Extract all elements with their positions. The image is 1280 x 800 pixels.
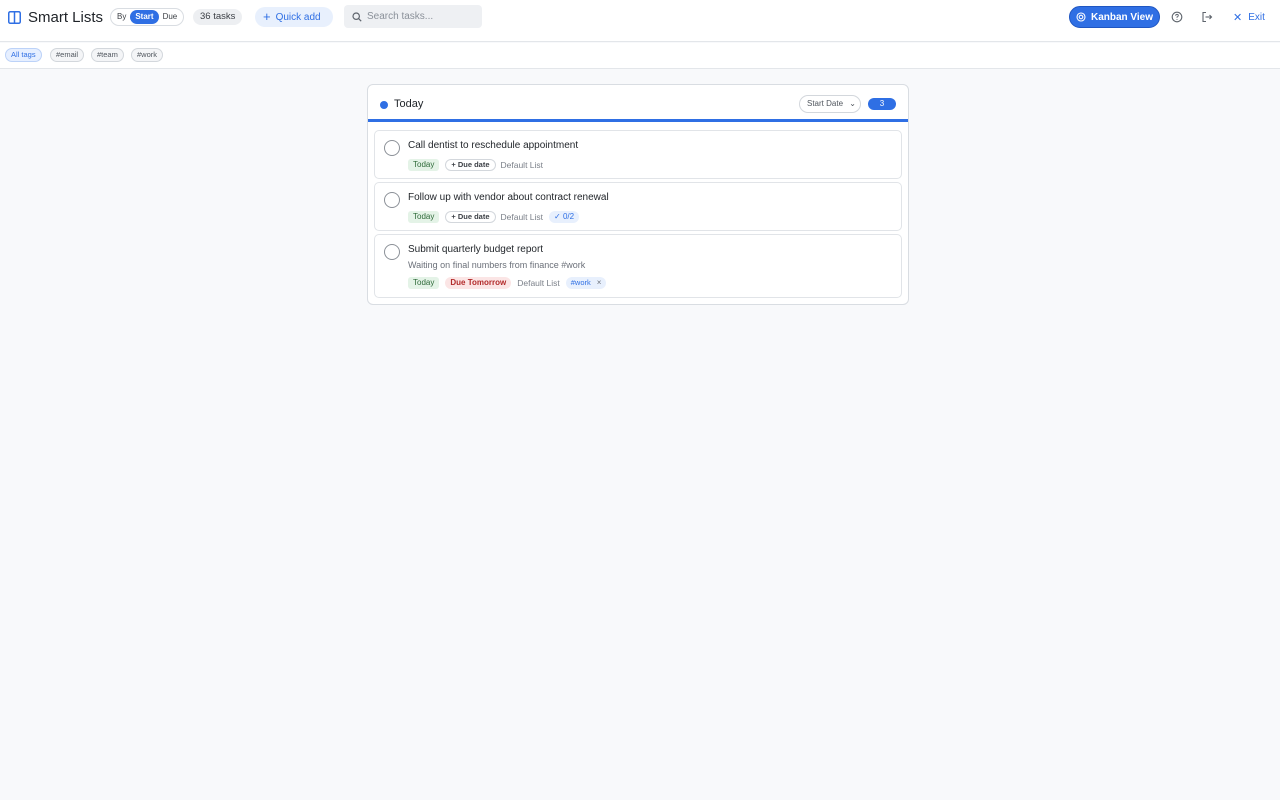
tag-filter-all[interactable]: All tags [5, 48, 42, 62]
task-tag-label: #work [570, 278, 591, 287]
view-mode-start[interactable]: Start [130, 10, 159, 24]
plus-icon: + [263, 9, 271, 24]
sort-select-value: Start Date [807, 99, 844, 108]
quick-add-button[interactable]: + Quick add [255, 7, 333, 27]
start-date-badge[interactable]: Today [408, 159, 440, 171]
column-header: Today Start Date ⌄ 3 [368, 85, 908, 122]
task-count-badge: 36 tasks [193, 9, 243, 25]
task-tag[interactable]: #work × [565, 277, 607, 289]
task-meta: Today + Due date Default List [408, 159, 549, 171]
close-icon: ✕ [1233, 12, 1243, 24]
list-name[interactable]: Default List [501, 212, 544, 222]
chevron-down-icon: ⌄ [849, 99, 856, 108]
task-title[interactable]: Follow up with vendor about contract ren… [408, 192, 609, 203]
task-checkbox[interactable] [384, 244, 400, 260]
columns-icon[interactable] [8, 11, 21, 24]
exit-button[interactable]: ✕ Exit [1233, 11, 1265, 24]
tag-filter-work[interactable]: #work [131, 48, 164, 62]
tag-filter-bar: All tags #email #team #work [0, 43, 1280, 69]
subtask-progress-badge[interactable]: ✓ 0/2 [549, 211, 580, 223]
tag-filter-team[interactable]: #team [91, 48, 124, 62]
search-icon [352, 11, 362, 22]
tag-filter-email[interactable]: #email [50, 48, 85, 62]
list-name[interactable]: Default List [501, 160, 544, 170]
start-date-badge[interactable]: Today [408, 277, 440, 289]
target-icon [1076, 12, 1086, 22]
list-name[interactable]: Default List [517, 278, 560, 288]
due-date-badge[interactable]: Due Tomorrow [445, 277, 512, 289]
help-icon[interactable] [1171, 11, 1183, 23]
exit-label: Exit [1248, 12, 1265, 23]
view-mode-label: By [117, 12, 127, 21]
search-input[interactable] [367, 11, 477, 22]
task-card[interactable]: Submit quarterly budget report Waiting o… [374, 234, 902, 298]
task-meta: Today + Due date Default List ✓ 0/2 [408, 211, 580, 223]
check-icon: ✓ [554, 212, 563, 221]
task-title[interactable]: Call dentist to reschedule appointment [408, 140, 578, 151]
column-title: Today [394, 98, 424, 110]
remove-tag-icon[interactable]: × [597, 277, 602, 289]
add-due-date-button[interactable]: + Due date [445, 159, 496, 171]
task-card[interactable]: Call dentist to reschedule appointment T… [374, 130, 902, 179]
task-title[interactable]: Submit quarterly budget report [408, 244, 543, 255]
kanban-view-button[interactable]: Kanban View [1069, 6, 1160, 28]
sort-select[interactable]: Start Date ⌄ [799, 95, 861, 113]
logout-icon[interactable] [1201, 11, 1213, 23]
subtask-count: 0/2 [562, 212, 575, 221]
task-checkbox[interactable] [384, 140, 400, 156]
task-note: Waiting on final numbers from finance #w… [408, 260, 586, 270]
add-due-date-button[interactable]: + Due date [445, 211, 496, 223]
search-box [344, 5, 482, 28]
top-bar: Smart Lists By Start Due 36 tasks + Quic… [0, 0, 1280, 42]
quick-add-label: Quick add [275, 11, 321, 23]
start-date-badge[interactable]: Today [408, 211, 440, 223]
app-title: Smart Lists [28, 9, 104, 26]
today-column: Today Start Date ⌄ 3 Call dentist to res… [367, 84, 909, 305]
column-color-dot [380, 101, 388, 109]
view-mode-toggle: By Start Due [110, 8, 185, 26]
kanban-view-label: Kanban View [1090, 11, 1154, 23]
task-meta: Today Due Tomorrow Default List #work × [408, 277, 607, 289]
task-card[interactable]: Follow up with vendor about contract ren… [374, 182, 902, 231]
column-count-badge: 3 [868, 98, 896, 110]
view-mode-due[interactable]: Due [159, 10, 182, 24]
task-checkbox[interactable] [384, 192, 400, 208]
